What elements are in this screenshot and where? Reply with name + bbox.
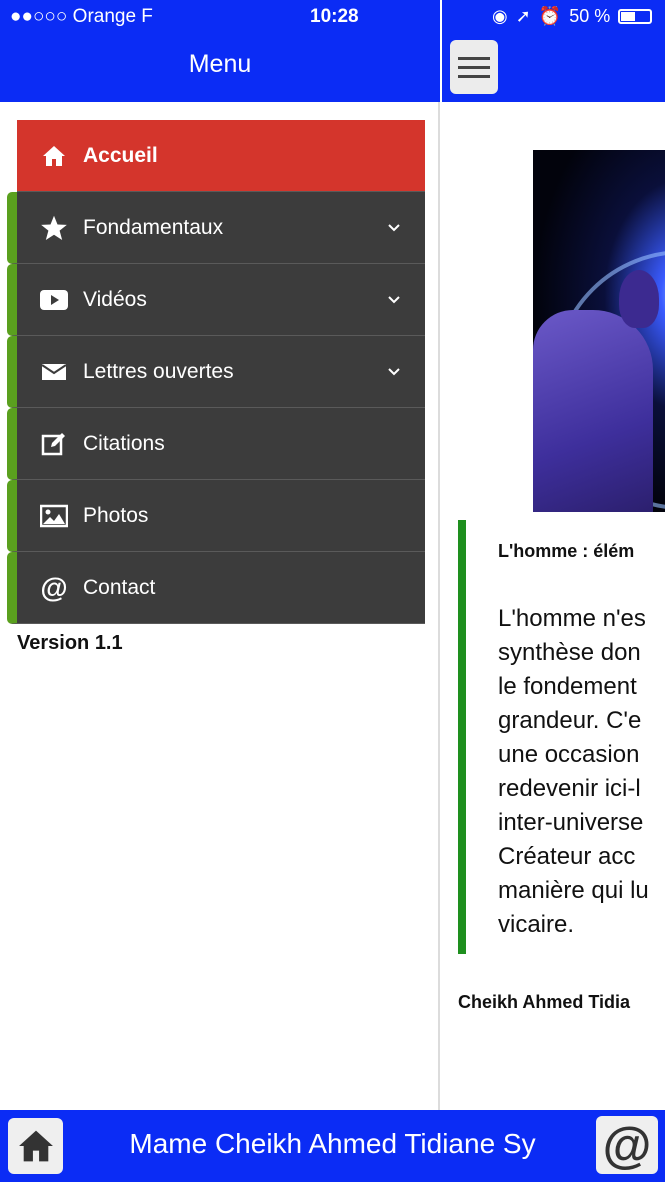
quote-accent-bar [458,520,466,954]
app-title: Mame Cheikh Ahmed Tidiane Sy [129,1128,536,1159]
app-version: Version 1.1 [17,632,123,654]
menu-item-label: Lettres ouvertes [83,359,234,383]
battery-percent: 50 % [569,6,611,26]
chevron-down-icon [388,224,400,232]
envelope-icon [39,357,69,387]
menu-item-label: Citations [83,431,165,455]
status-right: ◉ ➚ ⏰ 50 % [492,6,653,27]
app-screen: ●●○○○ Orange F 10:28 Menu Accueil Fondam… [0,0,665,1182]
menu-item-videos[interactable]: Vidéos [7,264,425,336]
menu-toggle-button[interactable] [450,40,498,94]
quote-line: inter-universe [498,809,644,836]
menu-item-label: Accueil [83,143,158,167]
quote-text: L'homme n'es synthèse don le fondement g… [498,602,665,942]
drawer-title: Menu [188,50,252,78]
quote-line: L'homme n'es [498,605,646,632]
menu-item-lettres-ouvertes[interactable]: Lettres ouvertes [7,336,425,408]
portrait-photo [533,150,665,512]
drawer-menu: Accueil Fondamentaux Vidéos Lettres ouve… [7,120,425,624]
status-time: 10:28 [310,6,359,27]
menu-item-citations[interactable]: Citations [7,408,425,480]
menu-item-fondamentaux[interactable]: Fondamentaux [7,192,425,264]
chevron-down-icon [388,296,400,304]
contact-button[interactable]: @ [596,1116,658,1174]
content-header: ◉ ➚ ⏰ 50 % [442,0,665,102]
hamburger-icon [458,56,490,60]
image-icon [39,501,69,531]
menu-item-label: Photos [83,503,149,527]
bottom-bar: Mame Cheikh Ahmed Tidiane Sy @ [0,1110,665,1182]
menu-item-label: Fondamentaux [83,215,224,239]
quote-line: manière qui lu [498,877,649,904]
main-content: ◉ ➚ ⏰ 50 % L'homme : élém L'homme n'es s… [442,0,665,1110]
menu-item-accueil[interactable]: Accueil [17,120,425,192]
at-icon: @ [40,571,68,603]
star-icon [39,213,69,243]
quote-line: vicaire. [498,911,575,938]
hamburger-icon [458,65,490,69]
menu-item-label: Contact [83,575,156,599]
quote-line: Créateur acc [498,843,636,870]
quote-title: L'homme : élém [498,541,635,561]
quote-line: synthèse don [498,639,641,666]
youtube-icon [39,285,69,315]
menu-item-photos[interactable]: Photos [7,480,425,552]
location-icon: ➚ [515,6,531,26]
lock-rotation-icon: ◉ [492,6,508,26]
battery-icon [618,9,653,24]
home-icon [39,141,69,171]
carrier-status: ●●○○○ Orange F [10,6,153,27]
at-icon: @ [602,1117,652,1173]
menu-item-label: Vidéos [83,287,147,311]
quote-line: redevenir ici-l [498,775,641,802]
quote-line: le fondement [498,673,637,700]
side-drawer: ●●○○○ Orange F 10:28 Menu Accueil Fondam… [0,0,440,1110]
hamburger-icon [458,74,490,78]
drawer-header: ●●○○○ Orange F 10:28 Menu [0,0,440,102]
quote-author: Cheikh Ahmed Tidia [458,992,631,1012]
alarm-icon: ⏰ [538,6,562,26]
quote-line: grandeur. C'e [498,707,642,734]
edit-icon [39,429,69,459]
chevron-down-icon [388,368,400,376]
quote-line: une occasion [498,741,640,768]
menu-item-contact[interactable]: @ Contact [7,552,425,624]
